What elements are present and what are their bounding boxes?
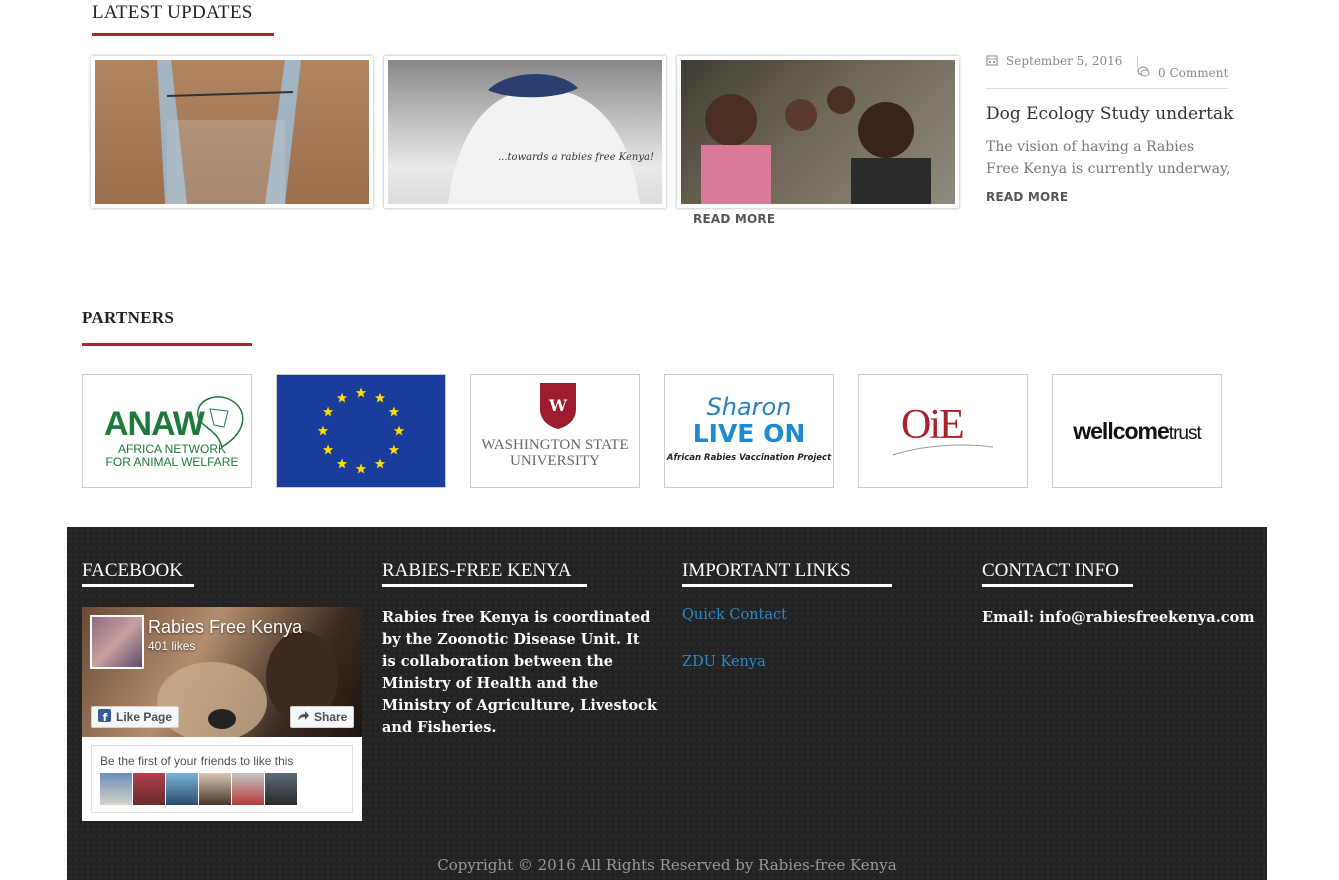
- footer-contact-underline: [982, 584, 1133, 587]
- facebook-friend-avatars: [100, 773, 297, 805]
- footer-about-text: Rabies free Kenya is coordinated by the …: [382, 609, 657, 736]
- footer-links-title: IMPORTANT LINKS: [682, 560, 851, 581]
- svg-text:...towards a rabies free Kenya: ...towards a rabies free Kenya!: [498, 152, 654, 163]
- partners-title: PARTNERS: [82, 308, 175, 327]
- facebook-like-count: 401 likes: [148, 639, 196, 653]
- friend-avatar[interactable]: [133, 773, 165, 805]
- eu-star: [317, 425, 329, 436]
- eu-star: [336, 458, 348, 469]
- footer-links-underline: [682, 584, 892, 587]
- meta-separator: [986, 88, 1228, 89]
- featured-read-more-link[interactable]: READ MORE: [986, 190, 1068, 204]
- eu-star: [322, 444, 334, 455]
- facebook-like-page-button[interactable]: f Like Page: [91, 706, 180, 728]
- footer-contact-email[interactable]: Email: info@rabiesfreekenya.com: [982, 607, 1255, 629]
- partner-logo-sharon-live-on[interactable]: Sharon LIVE ON African Rabies Vaccinatio…: [664, 374, 834, 488]
- partner-logo-oie[interactable]: OiE: [858, 374, 1028, 488]
- news-thumbnail-3[interactable]: [677, 56, 959, 208]
- eu-star: [393, 425, 405, 436]
- friend-avatar[interactable]: [232, 773, 264, 805]
- partner-logo-wsu[interactable]: W WASHINGTON STATE UNIVERSITY: [470, 374, 640, 488]
- footer-facebook-title: FACEBOOK: [82, 560, 183, 581]
- svg-text:W: W: [548, 396, 568, 415]
- partner-logo-wellcome-trust[interactable]: wellcometrust: [1052, 374, 1222, 488]
- latest-updates-underline: [92, 33, 274, 36]
- footer-about-underline: [382, 584, 587, 587]
- footer-facebook-underline: [82, 584, 194, 587]
- partner-logo-eu[interactable]: [276, 374, 446, 488]
- friend-avatar[interactable]: [265, 773, 297, 805]
- featured-post-title[interactable]: Dog Ecology Study undertak: [986, 104, 1236, 124]
- eu-star: [374, 458, 386, 469]
- post-comments[interactable]: 0 Comment: [1137, 66, 1228, 81]
- partner-logo-anaw[interactable]: ANAW AFRICA NETWORK FOR ANIMAL WELFARE: [82, 374, 252, 488]
- news-thumbnail-1[interactable]: [91, 56, 373, 208]
- footer-link-zdu-kenya[interactable]: ZDU Kenya: [682, 654, 766, 670]
- post-date: September 5, 2016: [986, 54, 1122, 69]
- facebook-friends-box: Be the first of your friends to like thi…: [91, 745, 353, 813]
- footer-about-title: RABIES-FREE KENYA: [382, 560, 572, 581]
- svg-text:f: f: [103, 711, 108, 722]
- eu-star: [336, 392, 348, 403]
- calendar-icon: [986, 54, 998, 69]
- eu-star: [322, 406, 334, 417]
- comment-icon: [1137, 66, 1150, 81]
- facebook-page-avatar[interactable]: [90, 615, 144, 669]
- latest-updates-title: LATEST UPDATES: [92, 2, 253, 23]
- eu-star: [355, 463, 367, 474]
- site-footer: FACEBOOK Rabies Free Kenya 401 likes f L…: [67, 527, 1267, 880]
- facebook-page-widget[interactable]: Rabies Free Kenya 401 likes f Like Page …: [82, 607, 362, 821]
- facebook-page-name[interactable]: Rabies Free Kenya: [148, 617, 302, 638]
- partners-underline: [82, 343, 252, 346]
- eu-star: [374, 392, 386, 403]
- eu-star: [355, 387, 367, 398]
- facebook-share-button[interactable]: Share: [290, 706, 355, 728]
- friend-avatar[interactable]: [166, 773, 198, 805]
- footer-copyright: Copyright © 2016 All Rights Reserved by …: [437, 856, 897, 874]
- eu-stars-icon: [317, 387, 405, 474]
- friend-avatar[interactable]: [100, 773, 132, 805]
- eu-star: [388, 444, 400, 455]
- share-arrow-icon: [297, 710, 309, 724]
- footer-contact-title: CONTACT INFO: [982, 560, 1119, 581]
- facebook-friends-text: Be the first of your friends to like thi…: [100, 754, 294, 768]
- eu-star: [388, 406, 400, 417]
- news-thumbnail-2[interactable]: ...towards a rabies free Kenya!: [384, 56, 666, 208]
- footer-link-quick-contact[interactable]: Quick Contact: [682, 607, 787, 623]
- wsu-shield-icon: W: [540, 383, 576, 429]
- read-more-link[interactable]: READ MORE: [693, 212, 775, 226]
- friend-avatar[interactable]: [199, 773, 231, 805]
- featured-post-excerpt: The vision of having a Rabies Free Kenya…: [986, 139, 1231, 177]
- facebook-icon: f: [98, 709, 111, 725]
